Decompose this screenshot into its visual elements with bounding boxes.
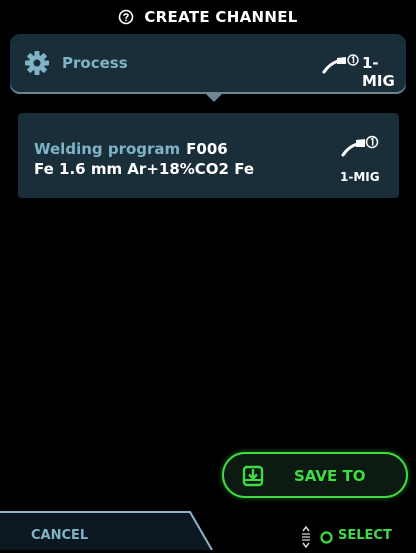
cancel-button[interactable]: CANCEL xyxy=(31,528,88,543)
program-label: Welding program xyxy=(34,140,181,158)
program-description: Fe 1.6 mm Ar+18%CO2 Fe xyxy=(34,160,255,178)
gear-icon xyxy=(24,50,50,80)
scroll-wheel-icon xyxy=(300,525,312,553)
help-icon[interactable] xyxy=(118,9,134,25)
select-button[interactable]: SELECT xyxy=(338,528,392,543)
process-label: Process xyxy=(62,54,128,72)
program-code: F006 xyxy=(186,140,228,158)
save-to-button[interactable]: SAVE TO xyxy=(222,452,408,498)
process-mode-value: 1-MIG xyxy=(362,54,395,90)
program-title-row: Welding program F006 xyxy=(34,140,228,158)
top-bar: CREATE CHANNEL xyxy=(0,0,416,34)
selector-pointer xyxy=(206,94,222,102)
save-download-icon xyxy=(242,465,264,491)
welding-torch-icon xyxy=(341,135,379,161)
process-selector[interactable]: Process 1-MIG xyxy=(10,34,406,94)
welding-program-card[interactable]: Welding program F006 Fe 1.6 mm Ar+18%CO2 … xyxy=(18,113,399,198)
program-mode-value: 1-MIG xyxy=(340,170,380,184)
page-title: CREATE CHANNEL xyxy=(144,8,298,26)
select-circle-icon xyxy=(320,529,333,548)
save-to-label: SAVE TO xyxy=(294,467,366,485)
welding-torch-icon xyxy=(322,54,360,78)
bottom-bar: CANCEL SELECT xyxy=(0,508,416,550)
